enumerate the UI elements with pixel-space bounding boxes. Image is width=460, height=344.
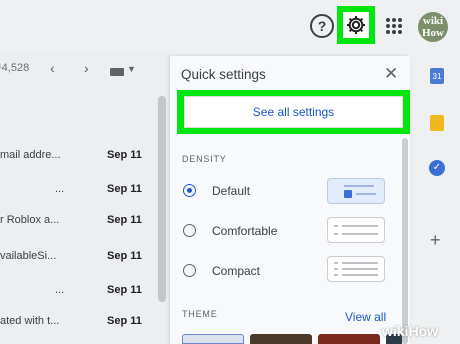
wikihow-watermark: wikiHow bbox=[382, 323, 439, 339]
row-snippet[interactable]: vailableSi... bbox=[0, 250, 56, 262]
settings-button[interactable] bbox=[343, 12, 369, 38]
row-snippet[interactable]: r Roblox a... bbox=[0, 214, 59, 226]
calendar-icon[interactable]: 31 bbox=[430, 68, 444, 84]
panel-scrollbar[interactable] bbox=[402, 138, 408, 344]
theme-swatch[interactable] bbox=[318, 334, 380, 344]
document-icon bbox=[344, 190, 352, 198]
row-date: Sep 11 bbox=[107, 214, 142, 226]
theme-label: THEME bbox=[182, 309, 218, 319]
see-all-settings-button[interactable]: See all settings bbox=[184, 96, 403, 128]
next-page-icon[interactable]: › bbox=[84, 60, 89, 76]
row-date: Sep 11 bbox=[107, 183, 142, 195]
row-date: Sep 11 bbox=[107, 149, 142, 161]
inbox-list bbox=[0, 52, 170, 344]
keyboard-icon[interactable] bbox=[110, 68, 124, 76]
avatar[interactable]: wiki How bbox=[418, 12, 448, 42]
settings-highlight bbox=[337, 6, 375, 44]
density-option-label[interactable]: Comfortable bbox=[212, 224, 277, 238]
keep-icon[interactable] bbox=[430, 115, 444, 131]
row-date: Sep 11 bbox=[107, 250, 142, 262]
row-snippet[interactable]: mail addre... bbox=[0, 149, 61, 161]
theme-swatch[interactable] bbox=[250, 334, 312, 344]
apps-grid-icon[interactable] bbox=[386, 18, 402, 34]
view-all-themes-link[interactable]: View all bbox=[345, 310, 386, 324]
density-option-label[interactable]: Default bbox=[212, 184, 250, 198]
density-preview-compact[interactable] bbox=[327, 256, 385, 282]
density-radio-comfortable[interactable] bbox=[183, 224, 196, 237]
add-addon-icon[interactable]: + bbox=[430, 230, 441, 251]
density-radio-compact[interactable] bbox=[183, 264, 196, 277]
gear-icon bbox=[347, 16, 365, 34]
previous-page-icon[interactable]: ‹ bbox=[50, 60, 55, 76]
density-radio-default[interactable] bbox=[183, 184, 196, 197]
row-date: Sep 11 bbox=[107, 284, 142, 296]
chevron-down-icon[interactable]: ▼ bbox=[127, 64, 136, 74]
row-snippet[interactable]: ... bbox=[55, 284, 64, 296]
density-option-label[interactable]: Compact bbox=[212, 264, 260, 278]
row-date: Sep 11 bbox=[107, 315, 142, 327]
avatar-line-2: How bbox=[422, 27, 444, 39]
message-count: ¹4,528 bbox=[0, 62, 30, 74]
theme-swatch-default[interactable] bbox=[182, 334, 244, 344]
avatar-line-1: wiki bbox=[422, 15, 444, 27]
side-rail bbox=[418, 52, 460, 344]
quick-settings-panel: Quick settings ✕ See all settings DENSIT… bbox=[170, 56, 410, 344]
panel-title: Quick settings bbox=[181, 67, 266, 82]
help-icon[interactable]: ? bbox=[310, 14, 334, 38]
inbox-scrollbar[interactable] bbox=[158, 96, 166, 302]
tasks-icon[interactable]: ✓ bbox=[429, 160, 445, 176]
density-label: DENSITY bbox=[182, 154, 227, 164]
close-icon[interactable]: ✕ bbox=[384, 64, 398, 84]
row-snippet[interactable]: ... bbox=[55, 183, 64, 195]
density-preview-default[interactable] bbox=[327, 178, 385, 204]
see-all-highlight: See all settings bbox=[177, 90, 410, 134]
row-snippet[interactable]: ated with t... bbox=[0, 315, 59, 327]
density-preview-comfortable[interactable] bbox=[327, 217, 385, 243]
